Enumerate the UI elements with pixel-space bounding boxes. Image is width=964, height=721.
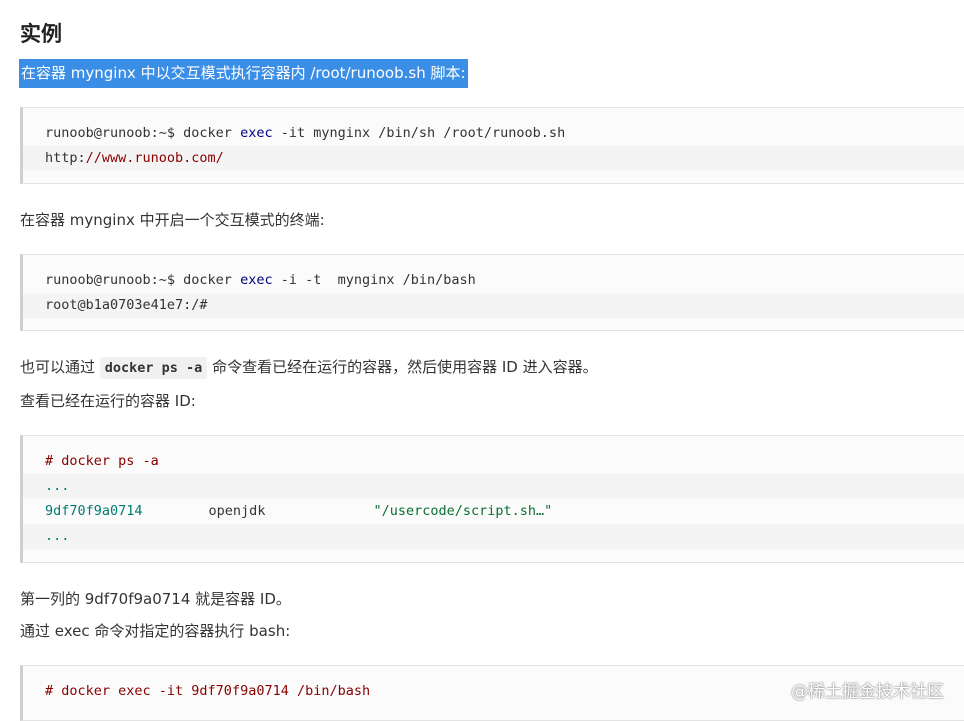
code-line: ... [23, 524, 964, 549]
code-line: runoob@runoob:~$ docker exec -i -t myngi… [45, 272, 476, 288]
code-block-interactive-terminal: runoob@runoob:~$ docker exec -i -t myngi… [20, 254, 964, 331]
selected-text: 在容器 mynginx 中以交互模式执行容器内 /root/runoob.sh … [19, 59, 468, 88]
paragraph: 第一列的 9df70f9a0714 就是容器 ID。 [20, 590, 291, 608]
code-block-exec-script: runoob@runoob:~$ docker exec -it mynginx… [20, 107, 964, 184]
code-line: 9df70f9a0714 openjdk "/usercode/script.sh…… [45, 503, 553, 519]
section-heading: 实例 [20, 22, 62, 46]
watermark: @稀土掘金技术社区 [791, 682, 944, 702]
inline-code: docker ps -a [99, 357, 208, 379]
code-line: runoob@runoob:~$ docker exec -it mynginx… [45, 125, 566, 141]
code-line: ... [23, 474, 964, 499]
paragraph: 通过 exec 命令对指定的容器执行 bash: [20, 622, 291, 640]
code-line: http://www.runoob.com/ [23, 146, 964, 171]
paragraph: 在容器 mynginx 中开启一个交互模式的终端: [20, 211, 325, 229]
paragraph: 查看已经在运行的容器 ID: [20, 392, 196, 410]
code-line: # docker ps -a [45, 453, 159, 469]
code-block-docker-ps: # docker ps -a ... 9df70f9a0714 openjdk "/… [20, 435, 964, 563]
paragraph: 也可以通过 docker ps -a 命令查看已经在运行的容器，然后使用容器 I… [20, 356, 598, 379]
code-line: root@b1a0703e41e7:/# [23, 293, 964, 318]
